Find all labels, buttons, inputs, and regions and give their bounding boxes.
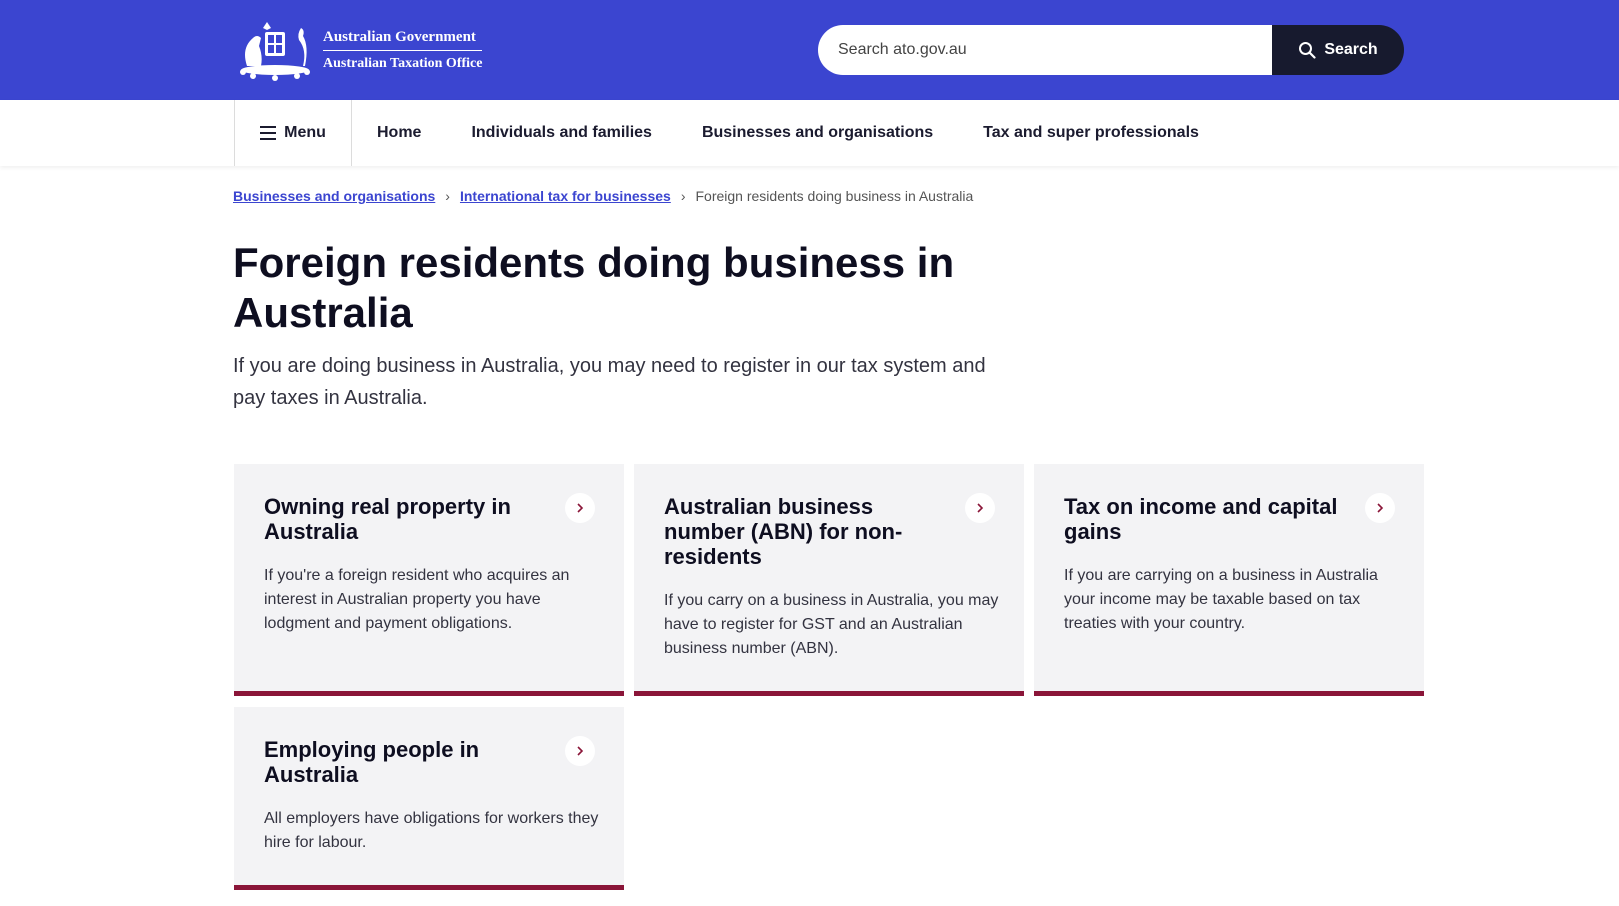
card-owning-property[interactable]: Owning real property in Australia If you… (234, 464, 624, 696)
nav-link-professionals[interactable]: Tax and super professionals (958, 124, 1224, 142)
logo-government: Australian Government (323, 29, 483, 51)
card-title: Owning real property in Australia (264, 494, 511, 544)
search-button-label: Search (1324, 41, 1378, 58)
nav-link-home[interactable]: Home (352, 124, 446, 142)
chevron-right-icon: › (445, 188, 450, 204)
card-description: All employers have obligations for worke… (264, 810, 599, 851)
logo-ato: Australian Taxation Office (323, 55, 483, 71)
card-title: Tax on income and capital gains (1064, 494, 1338, 544)
ato-logo[interactable]: Australian Government Australian Taxatio… (233, 18, 483, 82)
card-description: If you are carrying on a business in Aus… (1064, 567, 1378, 632)
card-description: If you carry on a business in Australia,… (664, 592, 999, 657)
card-abn-non-residents[interactable]: Australian business number (ABN) for non… (634, 464, 1024, 696)
nav-link-individuals[interactable]: Individuals and families (446, 124, 677, 142)
breadcrumb-current: Foreign residents doing business in Aust… (695, 188, 974, 204)
page-intro: If you are doing business in Australia, … (233, 355, 986, 409)
breadcrumb-link-international-tax[interactable]: International tax for businesses (460, 188, 671, 204)
logo-text: Australian Government Australian Taxatio… (323, 29, 483, 72)
chevron-right-icon (965, 493, 995, 523)
card-title: Australian business number (ABN) for non… (664, 494, 903, 569)
coat-of-arms-icon (240, 22, 310, 81)
chevron-right-icon (1365, 493, 1395, 523)
chevron-right-icon: › (680, 188, 686, 204)
card-title: Employing people in Australia (264, 737, 480, 787)
menu-label: Menu (284, 124, 326, 141)
nav-link-businesses[interactable]: Businesses and organisations (677, 124, 958, 142)
breadcrumb: Businesses and organisations › Internati… (233, 188, 973, 204)
menu-button[interactable]: Menu (234, 100, 352, 166)
card-description: If you're a foreign resident who acquire… (264, 567, 570, 632)
search-input[interactable] (818, 25, 1272, 75)
card-employing-people[interactable]: Employing people in Australia All employ… (234, 707, 624, 890)
site-header: Australian Government Australian Taxatio… (0, 0, 1619, 100)
search-button[interactable]: Search (1272, 25, 1404, 75)
page-title: Foreign residents doing business in Aust… (233, 239, 955, 336)
card-tax-income-capital-gains[interactable]: Tax on income and capital gains If you a… (1034, 464, 1424, 696)
nav-links: Home Individuals and families Businesses… (352, 100, 1224, 166)
breadcrumb-link-businesses[interactable]: Businesses and organisations (233, 188, 435, 204)
main-nav: Menu Home Individuals and families Busin… (0, 100, 1619, 166)
search-bar: Search (818, 25, 1404, 75)
hamburger-icon (260, 126, 277, 140)
chevron-right-icon (565, 736, 595, 766)
chevron-right-icon (565, 493, 595, 523)
search-icon (1299, 42, 1316, 59)
